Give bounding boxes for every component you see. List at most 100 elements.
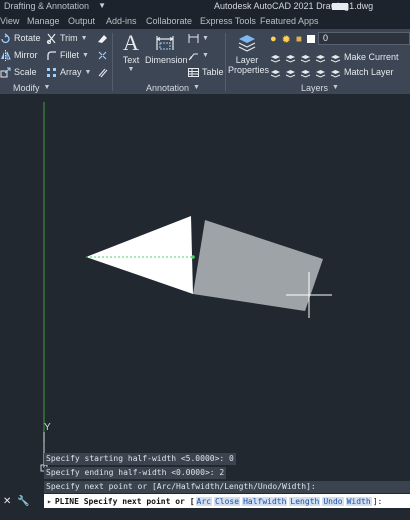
app-title: Autodesk AutoCAD 2021 Drawing1.dwg <box>214 1 374 11</box>
modify-panel-label: Modify <box>13 82 40 93</box>
wrench-icon[interactable]: 🔧 <box>17 496 29 507</box>
sun-icon[interactable]: ✹ <box>282 33 291 46</box>
table-label: Table <box>202 67 224 77</box>
layer-unlock-icon[interactable] <box>315 67 326 78</box>
command-chevron-icon: ▸ <box>47 496 52 506</box>
scale-button[interactable]: Scale <box>0 65 37 79</box>
ribbon: Rotate Trim ▼ Mirror Fillet ▼ Scale Arra… <box>0 29 410 94</box>
trim-label: Trim <box>60 33 78 43</box>
annotation-panel-label: Annotation <box>146 82 190 93</box>
text-button[interactable]: A Text ▼ <box>117 31 145 75</box>
option-length[interactable]: Length <box>289 496 321 506</box>
color-swatch-icon[interactable] <box>306 35 315 43</box>
offset-icon <box>97 67 108 78</box>
ucs-icon <box>40 432 80 472</box>
tab-collaborate[interactable]: Collaborate <box>146 16 192 26</box>
mirror-button[interactable]: Mirror <box>0 48 38 62</box>
match-layer-button[interactable]: Match Layer <box>330 65 394 79</box>
layer-freeze-icon[interactable] <box>300 52 311 63</box>
ribbon-tabs: View Manage Output Add-ins Collaborate E… <box>0 14 410 29</box>
trim-button[interactable]: Trim ▼ <box>46 31 88 45</box>
solid-rectangle <box>193 220 323 311</box>
fillet-dropdown-icon[interactable]: ▼ <box>82 52 89 59</box>
annotation-panel-title[interactable]: Annotation ▼ <box>146 81 200 94</box>
rotate-icon <box>0 32 11 44</box>
layer-on-icon[interactable] <box>270 67 281 78</box>
trim-icon <box>46 33 57 44</box>
option-width[interactable]: Width <box>345 496 372 506</box>
layer-tools-row-1 <box>270 50 326 64</box>
layer-off-icon[interactable] <box>270 52 281 63</box>
layer-unisolate-icon[interactable] <box>285 67 296 78</box>
unlock-icon[interactable]: ■ <box>296 34 302 45</box>
array-button[interactable]: Array ▼ <box>46 65 91 79</box>
array-dropdown-icon[interactable]: ▼ <box>85 69 92 76</box>
make-current-button[interactable]: Make Current <box>330 50 399 64</box>
trim-dropdown-icon[interactable]: ▼ <box>81 35 88 42</box>
option-undo[interactable]: Undo <box>322 496 344 506</box>
tab-featured-apps[interactable]: Featured Apps <box>260 16 319 26</box>
layer-lock-icon[interactable] <box>315 52 326 63</box>
tab-express-tools[interactable]: Express Tools <box>200 16 256 26</box>
drawing-area[interactable]: Y <box>0 94 410 494</box>
tab-view[interactable]: View <box>0 16 19 26</box>
leader-button[interactable]: ▼ <box>188 48 209 62</box>
linear-dimension-icon <box>188 33 199 44</box>
history-line-3: Specify next point or [Arc/Halfwidth/Len… <box>44 481 410 493</box>
close-icon[interactable]: ✕ <box>3 496 11 507</box>
share-icon[interactable] <box>332 3 348 10</box>
mirror-label: Mirror <box>14 50 38 60</box>
scale-icon <box>0 67 11 78</box>
erase-icon <box>97 33 108 44</box>
tab-manage[interactable]: Manage <box>27 16 60 26</box>
array-label: Array <box>60 67 82 77</box>
option-arc[interactable]: Arc <box>195 496 212 506</box>
dimension-label: Dimension <box>145 55 188 65</box>
linear-dimension-button[interactable]: ▼ <box>188 31 209 45</box>
panel-divider <box>225 33 226 91</box>
text-icon: A <box>123 30 139 55</box>
panel-divider <box>112 33 113 91</box>
workspace-switcher[interactable]: Drafting & Annotation ▼ <box>0 1 118 13</box>
layer-properties-label-2: Properties <box>228 65 270 75</box>
text-label: Text <box>122 55 140 65</box>
explode-button[interactable] <box>97 48 108 62</box>
layer-properties-button[interactable]: Layer Properties <box>228 31 270 75</box>
table-button[interactable]: Table <box>188 65 224 79</box>
layer-thaw-icon[interactable] <box>300 67 311 78</box>
lightbulb-icon[interactable]: ● <box>270 33 277 45</box>
rotate-label: Rotate <box>14 33 41 43</box>
tab-output[interactable]: Output <box>68 16 95 26</box>
linear-dimension-dropdown-icon[interactable]: ▼ <box>202 35 209 42</box>
fillet-label: Fillet <box>60 50 80 60</box>
ucs-y-label: Y <box>44 422 51 433</box>
command-prompt-end: ]: <box>372 496 383 506</box>
dimension-icon <box>145 31 185 55</box>
layers-panel-title[interactable]: Layers ▼ <box>301 81 339 94</box>
fillet-icon <box>46 50 57 61</box>
rotate-button[interactable]: Rotate <box>0 31 41 45</box>
command-prompt: PLINE Specify next point or [ <box>54 496 195 506</box>
tab-add-ins[interactable]: Add-ins <box>106 16 137 26</box>
modify-panel-expand-icon: ▼ <box>43 84 51 91</box>
command-input[interactable]: ▸ PLINE Specify next point or [ Arc Clos… <box>44 494 410 508</box>
layer-properties-label-1: Layer <box>235 55 259 65</box>
pline-arrow-segment <box>86 216 193 294</box>
leader-dropdown-icon[interactable]: ▼ <box>202 52 209 59</box>
option-halfwidth[interactable]: Halfwidth <box>242 496 288 506</box>
array-icon <box>46 67 57 78</box>
scale-label: Scale <box>14 67 37 77</box>
text-dropdown-icon: ▼ <box>127 66 135 73</box>
layer-isolate-icon[interactable] <box>285 52 296 63</box>
dimension-button[interactable]: Dimension <box>145 31 188 65</box>
modify-panel-title[interactable]: Modify ▼ <box>13 81 50 94</box>
make-current-icon <box>330 52 341 63</box>
erase-button[interactable] <box>97 31 108 45</box>
fillet-button[interactable]: Fillet ▼ <box>46 48 89 62</box>
leader-icon <box>188 50 199 61</box>
offset-button[interactable] <box>97 65 108 79</box>
make-current-label: Make Current <box>344 52 399 62</box>
table-icon <box>188 67 199 78</box>
option-close[interactable]: Close <box>213 496 241 506</box>
layer-dropdown[interactable]: 0 <box>318 32 410 45</box>
